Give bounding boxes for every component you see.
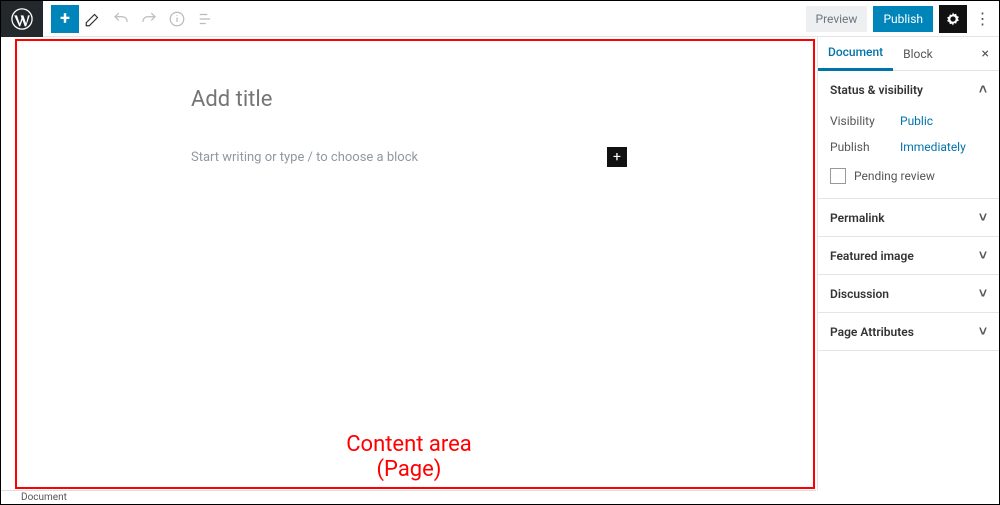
info-button[interactable] [163, 1, 191, 37]
breadcrumb-text[interactable]: Document [21, 492, 67, 503]
panel-permalink: Permalink ˅ [818, 199, 999, 237]
chevron-down-icon: ˅ [979, 209, 987, 226]
undo-icon [112, 10, 130, 28]
panel-discussion: Discussion ˅ [818, 275, 999, 313]
settings-sidebar: Document Block × Status & visibility ˄ V… [817, 37, 999, 491]
outline-button[interactable] [191, 1, 219, 37]
panel-featured-image: Featured image ˅ [818, 237, 999, 275]
main-area: Start writing or type / to choose a bloc… [1, 37, 999, 491]
chevron-down-icon: ˅ [979, 323, 987, 340]
panel-title-featured: Featured image [830, 249, 914, 263]
footer-breadcrumb: Document [1, 490, 816, 504]
annotation-line1: Content area [1, 432, 817, 457]
panel-head-status[interactable]: Status & visibility ˄ [818, 71, 999, 108]
add-block-button[interactable]: + [51, 5, 79, 33]
chevron-up-icon: ˄ [979, 81, 987, 98]
undo-button[interactable] [107, 1, 135, 37]
edit-mode-button[interactable] [79, 1, 107, 37]
panel-page-attributes: Page Attributes ˅ [818, 313, 999, 351]
panel-title-status: Status & visibility [830, 83, 923, 97]
publish-button[interactable]: Publish [873, 6, 933, 32]
top-toolbar: + Preview Publish ⋮ [1, 1, 999, 37]
more-menu-button[interactable]: ⋮ [973, 9, 991, 28]
pending-review-checkbox[interactable] [830, 168, 846, 184]
row-publish: Publish Immediately [830, 134, 987, 160]
visibility-label: Visibility [830, 114, 900, 128]
publish-value[interactable]: Immediately [900, 140, 966, 154]
sidebar-close-button[interactable]: × [972, 46, 999, 62]
redo-icon [140, 10, 158, 28]
annotation-line2: (Page) [1, 457, 817, 482]
panel-head-attributes[interactable]: Page Attributes ˅ [818, 313, 999, 350]
tab-document[interactable]: Document [818, 37, 893, 71]
panel-status-visibility: Status & visibility ˄ Visibility Public … [818, 71, 999, 199]
panel-title-attributes: Page Attributes [830, 325, 914, 339]
annotation-label: Content area (Page) [1, 432, 817, 483]
pencil-icon [84, 10, 102, 28]
content-area: Start writing or type / to choose a bloc… [1, 37, 817, 491]
gear-icon [945, 11, 961, 27]
panel-head-permalink[interactable]: Permalink ˅ [818, 199, 999, 236]
annotation-outline [15, 39, 815, 489]
panel-head-discussion[interactable]: Discussion ˅ [818, 275, 999, 312]
pending-review-label: Pending review [854, 169, 935, 183]
publish-label: Publish [830, 140, 900, 154]
row-visibility: Visibility Public [830, 108, 987, 134]
redo-button[interactable] [135, 1, 163, 37]
chevron-down-icon: ˅ [979, 247, 987, 264]
settings-button[interactable] [939, 5, 967, 33]
panel-head-featured[interactable]: Featured image ˅ [818, 237, 999, 274]
tab-block[interactable]: Block [893, 37, 943, 71]
panel-title-permalink: Permalink [830, 211, 885, 225]
outline-icon [196, 10, 214, 28]
row-pending-review: Pending review [830, 160, 987, 188]
preview-button[interactable]: Preview [806, 6, 868, 32]
wordpress-icon [11, 8, 33, 30]
info-icon [168, 10, 186, 28]
panel-title-discussion: Discussion [830, 287, 889, 301]
wordpress-logo[interactable] [1, 1, 43, 37]
chevron-down-icon: ˅ [979, 285, 987, 302]
visibility-value[interactable]: Public [900, 114, 933, 128]
sidebar-tabs: Document Block × [818, 37, 999, 71]
